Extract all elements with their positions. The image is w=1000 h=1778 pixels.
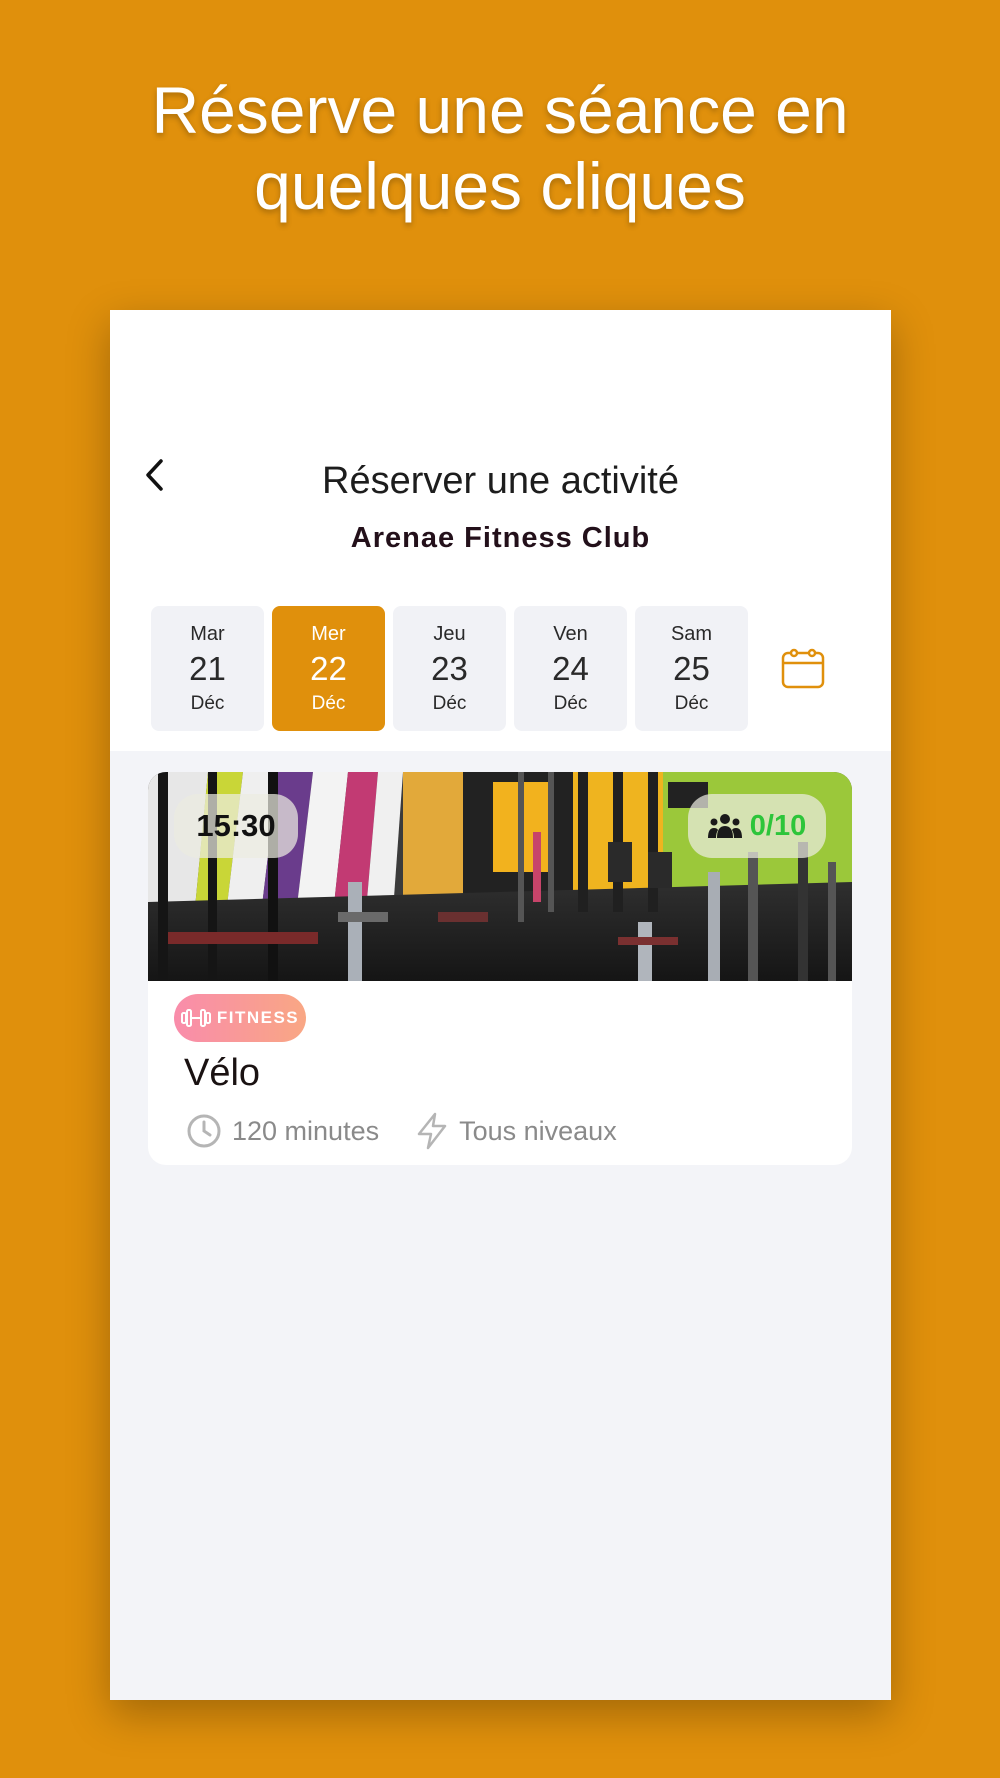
clock-icon bbox=[187, 1114, 221, 1148]
page-title: Réserver une activité bbox=[322, 460, 679, 502]
phone-screen: Réserver une activité Arenae Fitness Clu… bbox=[110, 310, 891, 1700]
calendar-icon bbox=[781, 648, 825, 689]
promo-headline-line1: Réserve une séance en bbox=[151, 73, 849, 147]
session-time-badge: 15:30 bbox=[174, 794, 298, 858]
session-time: 15:30 bbox=[196, 808, 276, 843]
level-info: Tous niveaux bbox=[415, 1112, 617, 1150]
date-item[interactable]: Mar 21 Déc bbox=[151, 606, 264, 731]
date-weekday: Jeu bbox=[433, 622, 466, 645]
promo-headline: Réserve une séance en quelques cliques bbox=[0, 72, 1000, 224]
level-text: Tous niveaux bbox=[459, 1115, 617, 1146]
promo-headline-line2: quelques cliques bbox=[254, 149, 746, 223]
date-weekday: Mar bbox=[190, 622, 225, 645]
date-item[interactable]: Sam 25 Déc bbox=[635, 606, 748, 731]
date-weekday: Mer bbox=[311, 622, 346, 645]
date-item[interactable]: Ven 24 Déc bbox=[514, 606, 627, 731]
activity-name: Vélo bbox=[184, 1052, 261, 1094]
club-name: Arenae Fitness Club bbox=[350, 522, 651, 554]
date-day: 21 bbox=[189, 649, 226, 687]
date-month: Déc bbox=[674, 692, 709, 714]
category-label: FITNESS bbox=[216, 1008, 300, 1027]
date-day: 23 bbox=[431, 649, 468, 687]
date-selector: Mar 21 Déc Mer 22 Déc Jeu 23 Déc Ven 24 … bbox=[151, 606, 748, 731]
session-card[interactable]: 15:30 0/10 FITNESS Vélo 120 minutes Tous… bbox=[148, 772, 852, 1165]
date-month: Déc bbox=[311, 692, 346, 714]
people-group-icon bbox=[707, 814, 742, 838]
date-day: 24 bbox=[552, 649, 589, 687]
date-weekday: Sam bbox=[670, 622, 713, 645]
lightning-icon bbox=[417, 1112, 447, 1150]
gym-photo: 15:30 0/10 bbox=[148, 772, 852, 981]
date-day: 22 bbox=[310, 649, 347, 687]
date-month: Déc bbox=[432, 692, 467, 714]
date-item[interactable]: Mer 22 Déc bbox=[272, 606, 385, 731]
date-month: Déc bbox=[190, 692, 225, 714]
category-badge: FITNESS bbox=[174, 994, 306, 1042]
capacity-count: 0/10 bbox=[749, 809, 807, 842]
date-month: Déc bbox=[553, 692, 588, 714]
duration-info: 120 minutes bbox=[186, 1113, 379, 1149]
date-weekday: Ven bbox=[553, 622, 588, 645]
capacity-badge: 0/10 bbox=[688, 794, 826, 858]
session-meta: 120 minutes Tous niveaux bbox=[186, 1112, 653, 1150]
screen-header: Réserver une activité Arenae Fitness Clu… bbox=[110, 310, 891, 751]
calendar-button[interactable] bbox=[780, 645, 826, 691]
duration-text: 120 minutes bbox=[232, 1115, 380, 1146]
date-item[interactable]: Jeu 23 Déc bbox=[393, 606, 506, 731]
dumbbell-icon bbox=[180, 1009, 211, 1027]
date-day: 25 bbox=[673, 649, 710, 687]
